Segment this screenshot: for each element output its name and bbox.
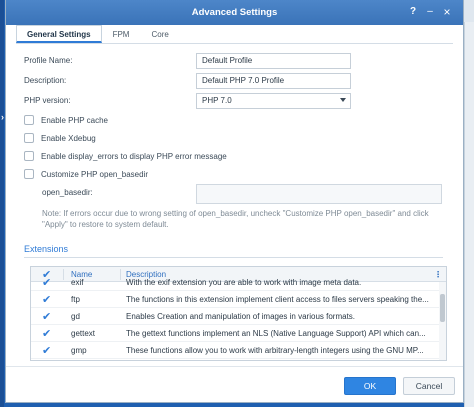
open-basedir-note: Note: If errors occur due to wrong setti… xyxy=(42,209,429,229)
option-label: Customize PHP open_basedir xyxy=(41,169,149,179)
option-enable-php-cache[interactable]: Enable PHP cache xyxy=(24,113,108,127)
tab-fpm[interactable]: FPM xyxy=(102,25,141,43)
table-row[interactable]: ✔ exif With the exif extension you are a… xyxy=(31,274,439,291)
row-checkbox[interactable]: ✔ xyxy=(42,344,51,357)
row-checkbox[interactable]: ✔ xyxy=(42,310,51,323)
checkbox[interactable] xyxy=(24,151,34,161)
extensions-scrollbar[interactable] xyxy=(439,282,446,360)
open-basedir-label: open_basedir: xyxy=(42,188,93,197)
table-row[interactable]: ✔ gd Enables Creation and manipulation o… xyxy=(31,308,439,325)
extensions-title: Extensions xyxy=(24,244,69,254)
ok-button[interactable]: OK xyxy=(344,377,396,395)
description-label: Description: xyxy=(24,76,67,85)
table-row[interactable]: ✔ ftp The functions in this extension im… xyxy=(31,291,439,308)
php-version-select[interactable]: PHP 7.0 xyxy=(196,93,351,109)
option-label: Enable display_errors to display PHP err… xyxy=(41,151,227,161)
background-scrollbar xyxy=(464,22,474,407)
row-checkbox[interactable]: ✔ xyxy=(42,327,51,340)
table-row[interactable]: ✔ gettext The gettext functions implemen… xyxy=(31,325,439,342)
minimize-icon[interactable]: – xyxy=(424,6,436,18)
row-checkbox[interactable]: ✔ xyxy=(42,293,51,306)
option-customize-open-basedir[interactable]: Customize PHP open_basedir xyxy=(24,167,148,181)
extension-name: gmp xyxy=(71,346,87,355)
help-icon[interactable]: ? xyxy=(407,6,419,18)
extension-name: gettext xyxy=(71,329,96,338)
description-input[interactable]: Default PHP 7.0 Profile xyxy=(196,73,351,89)
extension-description: The gettext functions implement an NLS (… xyxy=(126,329,426,338)
extensions-table: ✔ Name Description ⋮ ✔ exif With the exi… xyxy=(30,266,447,361)
extension-description: The functions in this extension implemen… xyxy=(126,295,429,304)
extension-name: ftp xyxy=(71,295,80,304)
php-version-value: PHP 7.0 xyxy=(202,96,232,105)
tab-bar: General Settings FPM Core xyxy=(16,25,180,43)
checkbox[interactable] xyxy=(24,133,34,143)
cancel-button[interactable]: Cancel xyxy=(403,377,455,395)
tab-divider xyxy=(16,43,453,44)
php-version-label: PHP version: xyxy=(24,96,71,105)
tab-core[interactable]: Core xyxy=(140,25,179,43)
profile-name-input[interactable]: Default Profile xyxy=(196,53,351,69)
extension-description: With the exif extension you are able to … xyxy=(126,278,362,287)
extension-name: gd xyxy=(71,312,80,321)
extensions-divider xyxy=(24,257,443,258)
chevron-right-icon: › xyxy=(1,112,4,122)
checkbox[interactable] xyxy=(24,169,34,179)
background-desktop-left xyxy=(0,0,4,407)
row-checkbox[interactable]: ✔ xyxy=(42,276,51,289)
extension-description: Enables Creation and manipulation of ima… xyxy=(126,312,356,321)
profile-name-label: Profile Name: xyxy=(24,56,73,65)
chevron-down-icon xyxy=(340,98,346,102)
extensions-table-body: ✔ exif With the exif extension you are a… xyxy=(31,277,446,360)
tab-general-settings[interactable]: General Settings xyxy=(16,25,102,43)
option-display-errors[interactable]: Enable display_errors to display PHP err… xyxy=(24,149,227,163)
option-enable-xdebug[interactable]: Enable Xdebug xyxy=(24,131,96,145)
close-icon[interactable]: × xyxy=(441,6,453,18)
dialog-title: Advanced Settings xyxy=(191,7,278,18)
extension-name: exif xyxy=(71,278,84,287)
option-label: Enable PHP cache xyxy=(41,115,109,125)
dialog-footer: OK Cancel xyxy=(6,366,463,402)
dialog-titlebar: Advanced Settings ? – × xyxy=(6,0,463,25)
table-row[interactable]: ✔ gmp These functions allow you to work … xyxy=(31,342,439,359)
extension-description: These functions allow you to work with a… xyxy=(126,346,424,355)
open-basedir-input[interactable] xyxy=(196,184,442,204)
advanced-settings-dialog: Advanced Settings ? – × General Settings… xyxy=(5,0,464,403)
option-label: Enable Xdebug xyxy=(41,133,96,143)
scrollbar-thumb[interactable] xyxy=(440,294,445,322)
checkbox[interactable] xyxy=(24,115,34,125)
